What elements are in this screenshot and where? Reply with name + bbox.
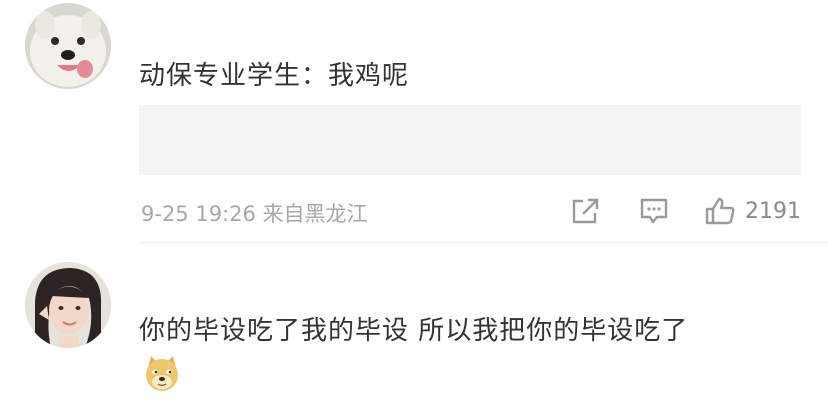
samoyed-dog-avatar — [25, 3, 111, 89]
comment-divider — [139, 242, 828, 243]
like-button[interactable]: 2191 — [704, 196, 801, 226]
thumbs-up-icon — [705, 197, 735, 225]
comment-button[interactable] — [639, 196, 669, 226]
like-count: 2191 — [745, 198, 801, 224]
avatar[interactable] — [25, 262, 111, 348]
comment-text: 你的毕设吃了我的毕设 所以我把你的毕设吃了 — [139, 316, 689, 346]
share-icon — [572, 198, 599, 224]
comment-meta-row: 9-25 19:26 来自黑龙江 2191 — [139, 196, 801, 226]
avatar[interactable] — [25, 3, 111, 89]
doge-emoji — [146, 356, 178, 391]
quoted-content-box[interactable] — [139, 105, 801, 175]
user-girl-avatar — [25, 262, 111, 348]
comment-icon — [640, 198, 668, 224]
comment-user-line: 动保专业学生：我鸡呢 — [139, 61, 410, 91]
comment-timestamp: 9-25 19:26 来自黑龙江 — [141, 202, 368, 226]
share-button[interactable] — [570, 196, 602, 226]
